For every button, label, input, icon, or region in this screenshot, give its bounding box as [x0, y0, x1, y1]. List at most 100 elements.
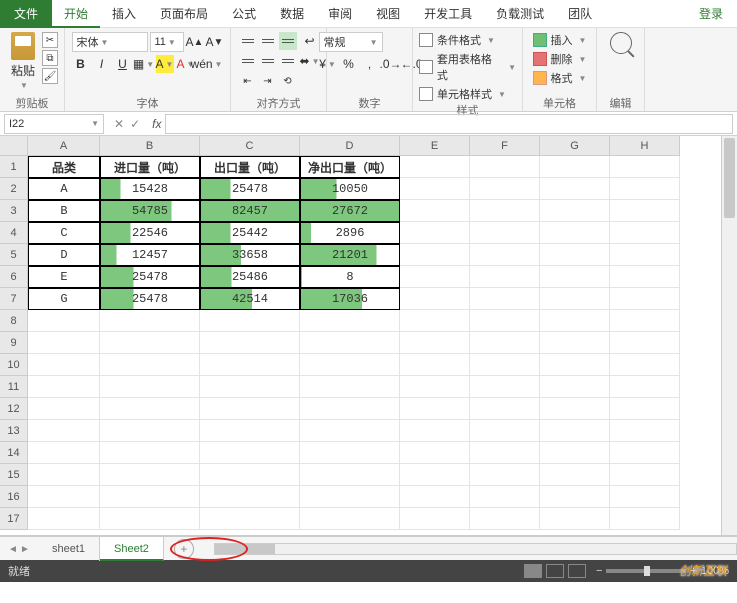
tab-load[interactable]: 负载测试: [484, 0, 556, 28]
col-header-B[interactable]: B: [100, 136, 200, 156]
copy-icon[interactable]: ⧉: [42, 50, 58, 66]
cell[interactable]: [100, 464, 200, 486]
col-header-E[interactable]: E: [400, 136, 470, 156]
cell[interactable]: [610, 332, 680, 354]
row-header-5[interactable]: 5: [0, 244, 28, 266]
cell[interactable]: [400, 178, 470, 200]
add-sheet-button[interactable]: +: [174, 539, 194, 559]
cell[interactable]: [400, 508, 470, 530]
row-header-13[interactable]: 13: [0, 420, 28, 442]
cell[interactable]: [610, 442, 680, 464]
cell[interactable]: [300, 354, 400, 376]
cell[interactable]: [610, 266, 680, 288]
row-header-14[interactable]: 14: [0, 442, 28, 464]
cell[interactable]: [100, 376, 200, 398]
col-header-D[interactable]: D: [300, 136, 400, 156]
cell[interactable]: [540, 332, 610, 354]
tab-dev[interactable]: 开发工具: [412, 0, 484, 28]
cell[interactable]: [28, 464, 100, 486]
cell[interactable]: [470, 244, 540, 266]
cell[interactable]: [100, 486, 200, 508]
select-all-corner[interactable]: [0, 136, 28, 156]
cell[interactable]: [200, 420, 300, 442]
row-header-1[interactable]: 1: [0, 156, 28, 178]
cell[interactable]: A: [28, 178, 100, 200]
row-header-7[interactable]: 7: [0, 288, 28, 310]
cell[interactable]: [470, 420, 540, 442]
tab-view[interactable]: 视图: [364, 0, 412, 28]
cell[interactable]: [28, 398, 100, 420]
formula-bar[interactable]: [165, 114, 733, 134]
orientation[interactable]: ⟲: [279, 72, 297, 90]
align-mid-center[interactable]: [259, 52, 277, 70]
cell[interactable]: [470, 442, 540, 464]
cell[interactable]: [300, 420, 400, 442]
format-button[interactable]: 格式▼: [533, 70, 587, 86]
cell[interactable]: [200, 464, 300, 486]
cell[interactable]: [100, 508, 200, 530]
grow-font-icon[interactable]: A▲: [186, 33, 204, 51]
cell[interactable]: [470, 178, 540, 200]
font-size-select[interactable]: 11▼: [150, 32, 184, 52]
tab-layout[interactable]: 页面布局: [148, 0, 220, 28]
cell[interactable]: [100, 310, 200, 332]
paste-button[interactable]: 粘贴 ▼: [6, 32, 40, 90]
cell[interactable]: [470, 486, 540, 508]
find-button[interactable]: [604, 32, 638, 54]
tab-formulas[interactable]: 公式: [220, 0, 268, 28]
currency-icon[interactable]: ¥▼: [319, 55, 337, 73]
cell-style-button[interactable]: 单元格样式▼: [419, 86, 516, 102]
cell[interactable]: [400, 222, 470, 244]
row-header-3[interactable]: 3: [0, 200, 28, 222]
cell[interactable]: [400, 266, 470, 288]
cell[interactable]: [300, 332, 400, 354]
cell[interactable]: [470, 398, 540, 420]
cell[interactable]: [200, 508, 300, 530]
cell[interactable]: [610, 178, 680, 200]
cell[interactable]: [610, 244, 680, 266]
cell[interactable]: E: [28, 266, 100, 288]
cell[interactable]: [610, 354, 680, 376]
sheet-tab-2[interactable]: Sheet2: [100, 537, 164, 561]
col-header-A[interactable]: A: [28, 136, 100, 156]
cell[interactable]: 17036: [300, 288, 400, 310]
tab-data[interactable]: 数据: [268, 0, 316, 28]
align-mid-right[interactable]: [279, 52, 297, 70]
cell[interactable]: [540, 464, 610, 486]
cell[interactable]: [610, 156, 680, 178]
view-page-break[interactable]: [568, 564, 586, 578]
name-box[interactable]: I22▼: [4, 114, 104, 134]
tab-team[interactable]: 团队: [556, 0, 604, 28]
cell[interactable]: [400, 398, 470, 420]
cell[interactable]: 净出口量（吨）: [300, 156, 400, 178]
cancel-formula-icon[interactable]: ✕: [114, 117, 124, 131]
cell[interactable]: 54785: [100, 200, 200, 222]
cell[interactable]: G: [28, 288, 100, 310]
cell[interactable]: [610, 398, 680, 420]
cell[interactable]: [300, 376, 400, 398]
row-header-9[interactable]: 9: [0, 332, 28, 354]
cell[interactable]: [540, 200, 610, 222]
cell[interactable]: [400, 486, 470, 508]
cell[interactable]: [610, 464, 680, 486]
cell[interactable]: 出口量（吨）: [200, 156, 300, 178]
cell[interactable]: 12457: [100, 244, 200, 266]
cell[interactable]: [470, 464, 540, 486]
cell[interactable]: 27672: [300, 200, 400, 222]
cell[interactable]: [540, 508, 610, 530]
cell[interactable]: [28, 310, 100, 332]
cell[interactable]: 42514: [200, 288, 300, 310]
cell[interactable]: [610, 200, 680, 222]
cell[interactable]: [28, 420, 100, 442]
fx-icon[interactable]: fx: [152, 117, 161, 131]
cell[interactable]: [610, 222, 680, 244]
align-top-left[interactable]: [239, 32, 257, 50]
view-normal[interactable]: [524, 564, 542, 578]
cell[interactable]: 22546: [100, 222, 200, 244]
sheet-nav-prev[interactable]: ◄: [8, 544, 18, 554]
cell[interactable]: [400, 156, 470, 178]
cell[interactable]: [400, 464, 470, 486]
cell[interactable]: [200, 332, 300, 354]
cut-icon[interactable]: ✂: [42, 32, 58, 48]
cell[interactable]: [100, 420, 200, 442]
